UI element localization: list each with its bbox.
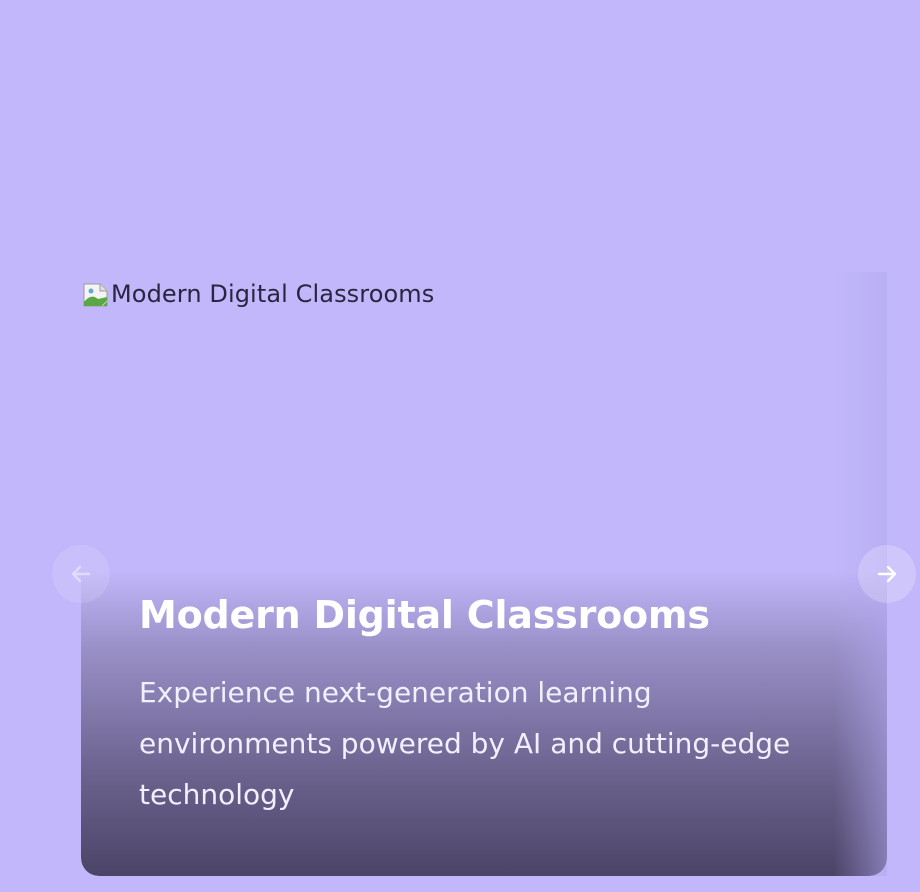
page: Modern Digital Classrooms Modern Digital… xyxy=(0,0,920,892)
slide-description: Experience next-generation learning envi… xyxy=(139,676,791,811)
carousel-prev-button[interactable] xyxy=(52,545,110,603)
arrow-left-icon xyxy=(71,565,91,583)
slide-image-alt-text: Modern Digital Classrooms xyxy=(111,280,435,308)
broken-image-icon xyxy=(81,280,111,310)
slide-title: Modern Digital Classrooms xyxy=(139,593,710,637)
carousel-slide: Modern Digital Classrooms Modern Digital… xyxy=(81,272,887,876)
slide-caption: Modern Digital Classrooms Experience nex… xyxy=(81,571,887,876)
carousel-next-button[interactable] xyxy=(858,545,916,603)
slide-image: Modern Digital Classrooms xyxy=(81,272,434,316)
arrow-right-icon xyxy=(877,565,897,583)
